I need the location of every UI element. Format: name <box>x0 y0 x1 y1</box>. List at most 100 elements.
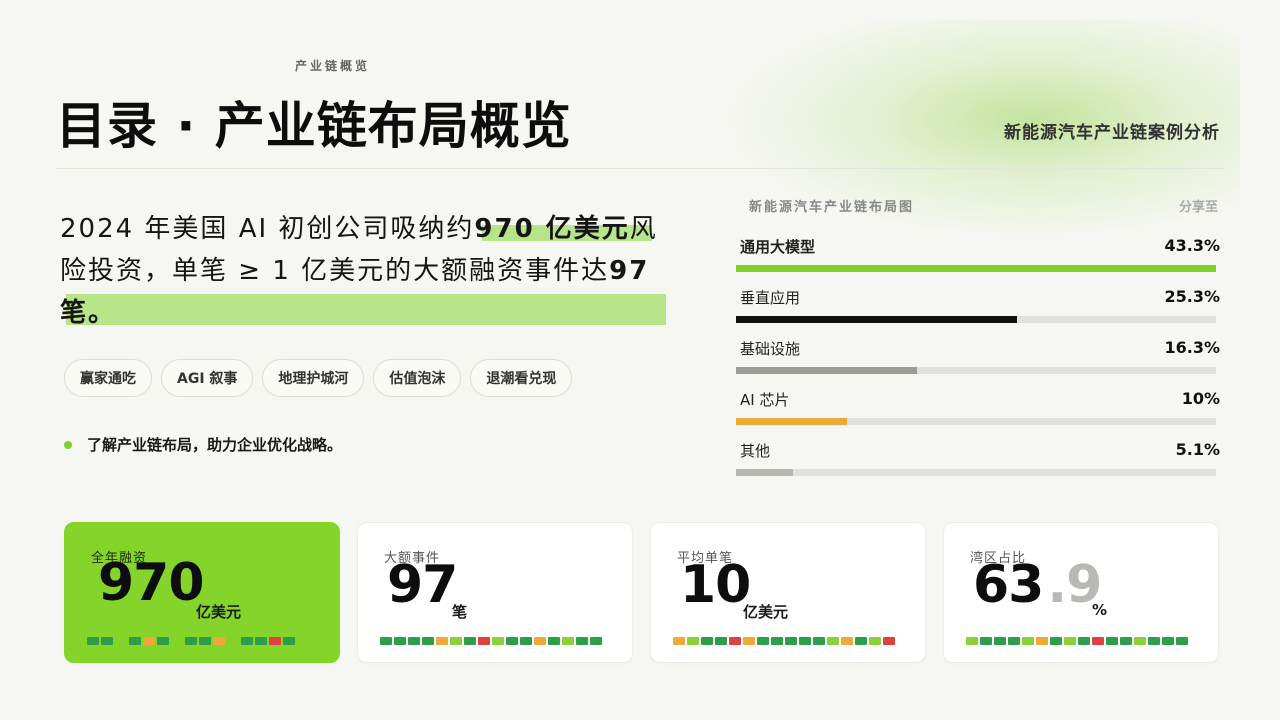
segment-strip <box>966 637 1188 645</box>
segment-block <box>422 637 434 645</box>
row-label: 基础设施 <box>740 340 801 358</box>
distribution-list: 通用大模型 43.3% 垂直应用 25.3% 基础设施 16.3% AI 芯片 … <box>736 236 1220 491</box>
progress-track <box>736 316 1216 323</box>
segment-block <box>450 637 462 645</box>
header-subtitle: 新能源汽车产业链案例分析 <box>1004 123 1220 143</box>
panel-title: 新能源汽车产业链布局图 <box>749 200 915 215</box>
distribution-row: 基础设施 16.3% <box>736 338 1220 389</box>
segment-block <box>701 637 713 645</box>
row-value: 10% <box>1181 389 1220 408</box>
tag-chip[interactable]: 估值泡沫 <box>373 359 462 397</box>
segment-block <box>729 637 741 645</box>
stat-card-bay-area-share: 湾区占比 63.9 % <box>943 522 1219 663</box>
segment-block <box>506 637 518 645</box>
segment-block <box>562 637 574 645</box>
segment-block <box>673 637 685 645</box>
segment-block <box>841 637 853 645</box>
progress-fill <box>736 469 793 476</box>
segment-block <box>394 637 406 645</box>
lead-text: 2024 年美国 AI 初创公司吸纳约 <box>60 214 475 244</box>
segment-block <box>1106 637 1118 645</box>
segment-block <box>980 637 992 645</box>
segment-block <box>687 637 699 645</box>
progress-fill <box>736 418 847 425</box>
segment-block <box>813 637 825 645</box>
stat-number: 10 <box>680 555 751 615</box>
segment-block <box>590 637 602 645</box>
stat-unit: 亿美元 <box>196 603 242 621</box>
progress-track <box>736 469 1216 476</box>
segment-strip <box>673 637 895 645</box>
segment-block <box>520 637 532 645</box>
segment-block <box>129 637 141 645</box>
header-divider <box>56 168 1224 169</box>
segment-block <box>548 637 560 645</box>
progress-fill <box>736 316 1017 323</box>
segment-block <box>255 637 267 645</box>
segment-block <box>855 637 867 645</box>
segment-block <box>743 637 755 645</box>
segment-block <box>283 637 295 645</box>
stat-number: 63 <box>973 555 1044 615</box>
distribution-panel: 新能源汽车产业链布局图 分享至 通用大模型 43.3% 垂直应用 25.3% 基… <box>736 196 1220 491</box>
segment-block <box>478 637 490 645</box>
tag-chip[interactable]: 赢家通吃 <box>64 359 152 397</box>
progress-track <box>736 367 1216 374</box>
segment-block <box>87 637 99 645</box>
segment-block <box>227 637 239 645</box>
progress-track <box>736 265 1216 272</box>
segment-block <box>771 637 783 645</box>
segment-block <box>785 637 797 645</box>
segment-block <box>380 637 392 645</box>
stat-card-total-funding: 全年融资 970 亿美元 <box>64 522 340 663</box>
stat-value: 970 <box>98 553 205 613</box>
page-title: 目录 · 产业链布局概览 <box>56 97 572 155</box>
segment-block <box>994 637 1006 645</box>
distribution-row: 其他 5.1% <box>736 440 1220 491</box>
bullet-dot-icon <box>64 440 72 449</box>
segment-block <box>143 637 155 645</box>
stat-card-large-deals: 大额事件 97 笔 <box>357 522 633 663</box>
stat-number: 97 <box>387 555 458 615</box>
segment-block <box>1120 637 1132 645</box>
segment-block <box>157 637 169 645</box>
progress-fill <box>736 367 917 374</box>
segment-strip <box>87 637 295 645</box>
segment-block <box>199 637 211 645</box>
row-label: AI 芯片 <box>740 391 790 409</box>
segment-block <box>171 637 183 645</box>
segment-block <box>534 637 546 645</box>
progress-fill <box>736 265 1216 272</box>
stat-value: 10 <box>680 555 751 615</box>
segment-block <box>1176 637 1188 645</box>
segment-block <box>576 637 588 645</box>
progress-track <box>736 418 1216 425</box>
segment-block <box>827 637 839 645</box>
segment-block <box>101 637 113 645</box>
segment-block <box>1092 637 1104 645</box>
tag-chip[interactable]: 地理护城河 <box>262 359 365 397</box>
tag-list: 赢家通吃 AGI 叙事 地理护城河 估值泡沫 退潮看兑现 <box>64 359 573 397</box>
row-label: 通用大模型 <box>740 238 816 256</box>
segment-block <box>241 637 253 645</box>
stat-unit: % <box>1092 601 1108 619</box>
stat-card-average-deal: 平均单笔 10 亿美元 <box>650 522 926 663</box>
panel-header: 新能源汽车产业链布局图 分享至 <box>736 196 1220 215</box>
segment-block <box>715 637 727 645</box>
note: 了解产业链布局，助力企业优化战略。 <box>64 434 342 455</box>
share-link[interactable]: 分享至 <box>1179 196 1218 215</box>
segment-block <box>1078 637 1090 645</box>
segment-block <box>1022 637 1034 645</box>
stat-number: 970 <box>98 553 205 613</box>
section-eyebrow: 产业链概览 <box>295 59 371 73</box>
stat-unit: 笔 <box>452 603 468 621</box>
tag-chip[interactable]: 退潮看兑现 <box>470 359 573 397</box>
distribution-row: 垂直应用 25.3% <box>736 287 1220 338</box>
lead-highlight-amount: 970 亿美元 <box>474 214 630 244</box>
row-value: 25.3% <box>1164 287 1220 306</box>
segment-block <box>492 637 504 645</box>
stat-value: 63.9 <box>973 555 1102 615</box>
row-value: 16.3% <box>1164 338 1220 357</box>
segment-block <box>757 637 769 645</box>
tag-chip[interactable]: AGI 叙事 <box>161 359 254 397</box>
